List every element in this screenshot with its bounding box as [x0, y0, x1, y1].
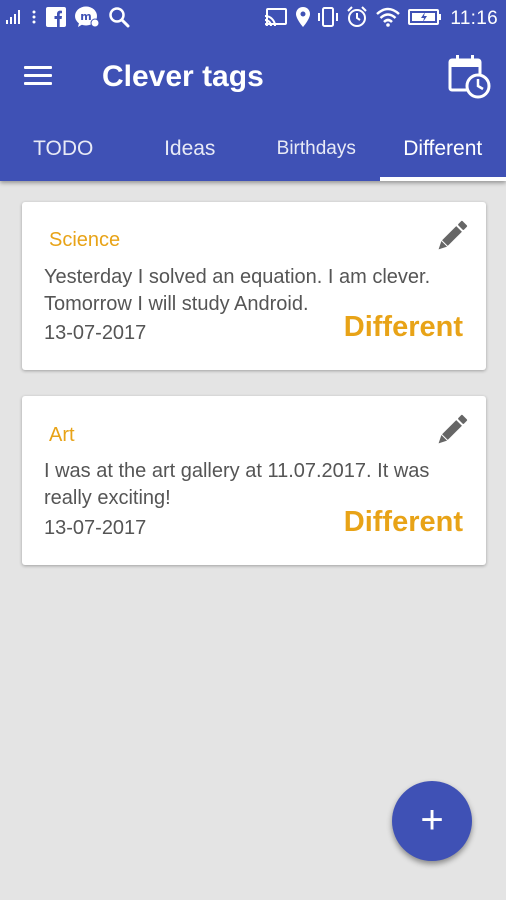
- calendar-clock-icon[interactable]: [446, 54, 492, 100]
- wifi-icon: [376, 7, 401, 32]
- svg-text:m: m: [80, 10, 91, 23]
- more-icon: [30, 9, 38, 30]
- pencil-icon[interactable]: [432, 216, 472, 256]
- alarm-icon: [346, 5, 368, 33]
- note-category: Science: [49, 229, 121, 251]
- note-date: 13-07-2017: [44, 322, 147, 344]
- add-note-button[interactable]: +: [392, 781, 472, 861]
- status-bar-right: 11:16: [264, 5, 498, 33]
- battery-icon: [408, 8, 442, 31]
- note-category: Art: [49, 424, 75, 446]
- location-icon: [296, 6, 311, 32]
- tab-todo[interactable]: TODO: [0, 124, 127, 181]
- note-card[interactable]: Art I was at the art gallery at 11.07.20…: [22, 396, 486, 565]
- note-text: I was at the art gallery at 11.07.2017. …: [44, 460, 430, 509]
- pencil-icon[interactable]: [432, 410, 472, 450]
- app-bar: m 11:16 Clever tags TODO Ideas Birthdays…: [0, 0, 506, 181]
- cast-icon: [264, 7, 288, 32]
- status-bar-left: m: [6, 6, 138, 33]
- tab-birthdays[interactable]: Birthdays: [253, 124, 380, 181]
- page-title: Clever tags: [102, 60, 264, 93]
- plus-icon: +: [420, 798, 444, 842]
- note-date: 13-07-2017: [44, 517, 147, 539]
- facebook-icon: [46, 6, 66, 32]
- note-card[interactable]: Science Yesterday I solved an equation. …: [22, 202, 486, 370]
- vibrate-icon: [318, 6, 339, 32]
- signal-icon: [6, 9, 22, 29]
- note-tag: Different: [343, 506, 463, 538]
- tab-different[interactable]: Different: [379, 124, 506, 181]
- note-text: Yesterday I solved an equation. I am cle…: [44, 266, 431, 315]
- tab-ideas[interactable]: Ideas: [127, 124, 254, 181]
- menu-icon[interactable]: [24, 61, 56, 93]
- tab-bar: TODO Ideas Birthdays Different: [0, 124, 506, 181]
- search-icon: [108, 6, 130, 33]
- messenger-icon: m: [74, 6, 100, 33]
- status-bar: m 11:16: [0, 0, 506, 38]
- note-tag: Different: [343, 311, 463, 343]
- toolbar: Clever tags: [0, 38, 506, 118]
- status-time: 11:16: [450, 8, 498, 29]
